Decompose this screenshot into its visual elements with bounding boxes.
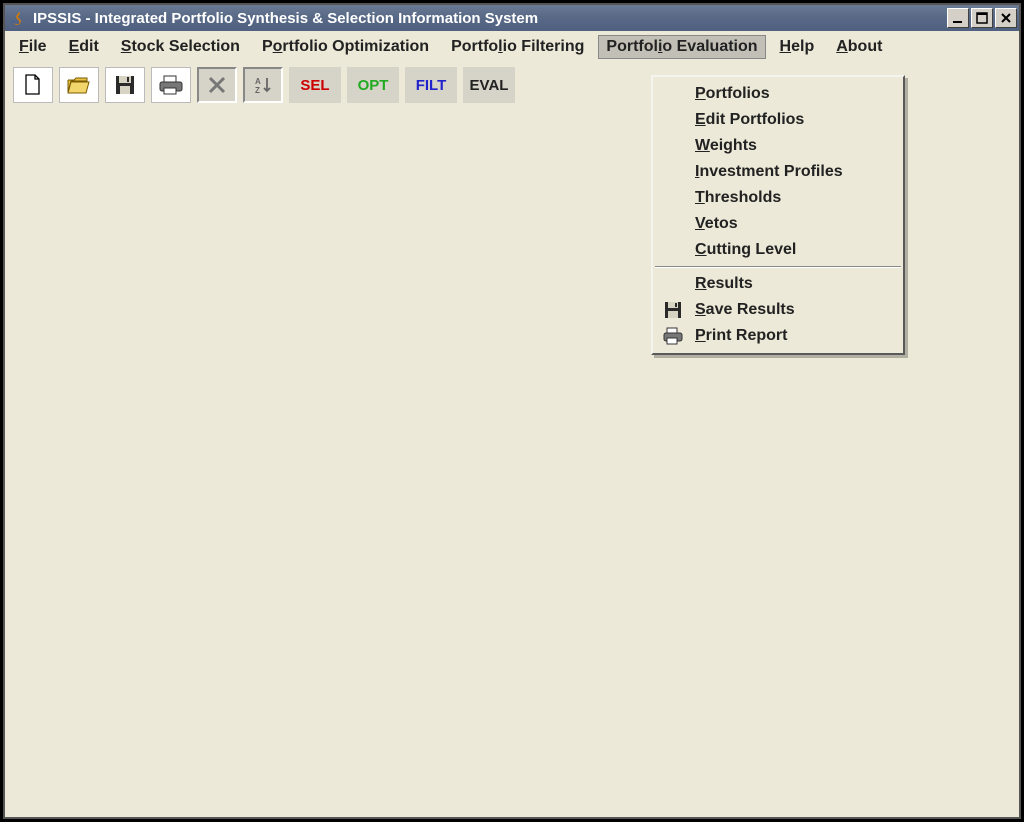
svg-text:A: A [255, 77, 261, 86]
open-button[interactable] [59, 67, 99, 103]
filt-button[interactable]: FILT [405, 67, 457, 103]
save-button[interactable] [105, 67, 145, 103]
printer-icon [159, 75, 183, 95]
menubar: File Edit Stock Selection Portfolio Opti… [5, 31, 1019, 63]
menu-item-cutting-level[interactable]: Cutting Level [653, 237, 903, 263]
menu-item-results[interactable]: Results [653, 271, 903, 297]
portfolio-evaluation-dropdown: Portfolios Edit Portfolios Weights Inves… [651, 75, 905, 355]
java-app-icon [9, 9, 27, 27]
print-button[interactable] [151, 67, 191, 103]
new-button[interactable] [13, 67, 53, 103]
window-title: IPSSIS - Integrated Portfolio Synthesis … [33, 10, 945, 27]
open-folder-icon [67, 75, 91, 95]
new-file-icon [23, 74, 43, 96]
menu-item-investment-profiles[interactable]: Investment Profiles [653, 159, 903, 185]
menu-item-print-report[interactable]: Print Report [653, 323, 903, 349]
menu-item-thresholds[interactable]: Thresholds [653, 185, 903, 211]
menu-item-portfolios[interactable]: Portfolios [653, 81, 903, 107]
svg-text:Z: Z [255, 86, 260, 95]
menu-stock-selection[interactable]: Stock Selection [113, 35, 248, 59]
menu-portfolio-filtering[interactable]: Portfolio Filtering [443, 35, 592, 59]
titlebar: IPSSIS - Integrated Portfolio Synthesis … [5, 5, 1019, 31]
menu-item-weights[interactable]: Weights [653, 133, 903, 159]
menu-file[interactable]: File [11, 35, 55, 59]
menu-help[interactable]: Help [772, 35, 823, 59]
printer-icon [661, 327, 685, 345]
sort-az-icon: AZ [253, 75, 273, 95]
x-icon [208, 76, 226, 94]
menu-item-vetos[interactable]: Vetos [653, 211, 903, 237]
menu-portfolio-evaluation[interactable]: Portfolio Evaluation [598, 35, 765, 59]
sort-button-disabled: AZ [243, 67, 283, 103]
minimize-button[interactable] [947, 8, 969, 28]
sel-button[interactable]: SEL [289, 67, 341, 103]
menu-item-save-results[interactable]: Save Results [653, 297, 903, 323]
menu-separator [655, 266, 901, 268]
menu-item-edit-portfolios[interactable]: Edit Portfolios [653, 107, 903, 133]
application-window: IPSSIS - Integrated Portfolio Synthesis … [3, 3, 1021, 819]
menu-portfolio-optimization[interactable]: Portfolio Optimization [254, 35, 437, 59]
save-disk-icon [661, 301, 685, 319]
delete-button-disabled [197, 67, 237, 103]
menu-about[interactable]: About [828, 35, 890, 59]
close-button[interactable] [995, 8, 1017, 28]
opt-button[interactable]: OPT [347, 67, 399, 103]
menu-edit[interactable]: Edit [61, 35, 107, 59]
window-buttons [945, 8, 1017, 28]
maximize-button[interactable] [971, 8, 993, 28]
save-disk-icon [115, 75, 135, 95]
eval-button[interactable]: EVAL [463, 67, 515, 103]
